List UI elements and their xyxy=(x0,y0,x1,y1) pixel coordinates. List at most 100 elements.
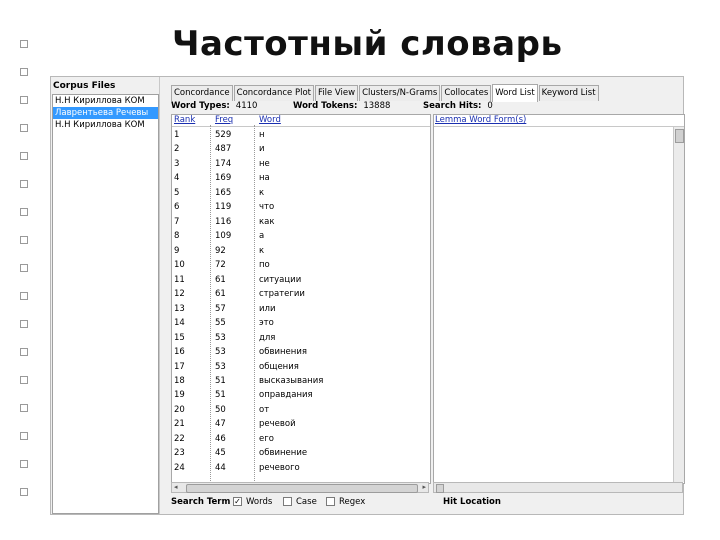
bullet-square xyxy=(20,208,28,216)
table-row[interactable]: 10 72 по xyxy=(172,257,430,271)
word-cell: а xyxy=(259,231,265,242)
search-hits-stat: Search Hits: 0 xyxy=(423,101,493,111)
rank-cell: 23 xyxy=(174,448,185,459)
table-row[interactable]: 6 119 что xyxy=(172,199,430,213)
word-cell: высказывания xyxy=(259,375,324,386)
lemma-column-header[interactable]: Lemma Word Form(s) xyxy=(434,115,684,127)
table-row[interactable]: 1 529 н xyxy=(172,127,430,141)
bullet-square xyxy=(20,348,28,356)
word-cell: по xyxy=(259,260,270,271)
word-cell: к xyxy=(259,187,265,198)
table-row[interactable]: 3 174 не xyxy=(172,156,430,170)
table-row[interactable]: 24 44 речевого xyxy=(172,460,430,474)
rank-cell: 2 xyxy=(174,144,180,155)
freq-column-header[interactable]: Freq xyxy=(215,115,233,125)
word-cell: стратегии xyxy=(259,289,305,300)
word-list-hscrollbar[interactable]: ◂ ▸ xyxy=(171,482,429,493)
word-list-table: Rank Freq Word 1 529 н 2 487 и 3 174 не 4 169 на 5 16… xyxy=(171,114,431,484)
freq-cell: 92 xyxy=(215,245,226,256)
word-tokens-stat: Word Tokens: 13888 xyxy=(293,101,390,111)
table-row[interactable]: 20 50 от xyxy=(172,402,430,416)
tab-concordance-plot[interactable]: Concordance Plot xyxy=(233,85,314,101)
rank-cell: 22 xyxy=(174,433,185,444)
word-cell: не xyxy=(259,158,270,169)
tool-tabs: Concordance Concordance Plot File View Clus… xyxy=(171,83,600,102)
bullet-square xyxy=(20,236,28,244)
table-row[interactable]: 19 51 оправдания xyxy=(172,387,430,401)
word-cell: или xyxy=(259,303,276,314)
regex-checkbox-label: Regex xyxy=(339,497,366,507)
bullet-square xyxy=(20,488,28,496)
freq-cell: 165 xyxy=(215,187,232,198)
table-row[interactable]: 23 45 обвинение xyxy=(172,445,430,459)
case-checkbox[interactable] xyxy=(283,497,292,506)
word-cell: от xyxy=(259,404,270,415)
corpus-files-label: Corpus Files xyxy=(53,81,116,91)
freq-cell: 169 xyxy=(215,173,232,184)
scrollbar-thumb[interactable] xyxy=(675,129,684,143)
tab-clusters-n-grams[interactable]: Clusters/N-Grams xyxy=(359,85,441,101)
table-row[interactable]: 15 53 для xyxy=(172,330,430,344)
word-types-value: 4110 xyxy=(235,101,258,111)
corpus-files-list[interactable]: Н.Н Кириллова КОМ Лаврентьева Речевы Н.Н К… xyxy=(52,94,159,514)
word-cell: обвинение xyxy=(259,448,308,459)
rank-cell: 13 xyxy=(174,303,185,314)
rank-cell: 7 xyxy=(174,216,180,227)
bullet-decoration xyxy=(8,40,38,520)
tab-keyword-list[interactable]: Keyword List xyxy=(538,85,599,101)
search-hits-label: Search Hits: xyxy=(423,101,482,111)
search-hits-value: 0 xyxy=(487,101,493,111)
table-row[interactable]: 21 47 речевой xyxy=(172,416,430,430)
rank-cell: 20 xyxy=(174,404,185,415)
tab-concordance[interactable]: Concordance xyxy=(171,85,233,101)
table-row[interactable]: 4 169 на xyxy=(172,170,430,184)
regex-checkbox[interactable] xyxy=(326,497,335,506)
scroll-left-icon[interactable]: ◂ xyxy=(174,483,178,491)
scrollbar-thumb[interactable] xyxy=(186,484,418,493)
freq-cell: 47 xyxy=(215,419,226,430)
table-row[interactable]: 2 487 и xyxy=(172,141,430,155)
freq-cell: 61 xyxy=(215,289,226,300)
table-row[interactable]: 14 55 это xyxy=(172,315,430,329)
table-row[interactable]: 7 116 как xyxy=(172,214,430,228)
scroll-right-icon[interactable]: ▸ xyxy=(422,483,426,491)
rank-cell: 1 xyxy=(174,130,180,140)
table-row[interactable]: 9 92 к xyxy=(172,243,430,257)
bullet-square xyxy=(20,460,28,468)
rank-cell: 18 xyxy=(174,375,185,386)
table-row[interactable]: 5 165 к xyxy=(172,185,430,199)
corpus-file-item[interactable]: Н.Н Кириллова КОМ xyxy=(53,119,158,131)
tab-word-list[interactable]: Word List xyxy=(492,84,538,102)
rank-cell: 8 xyxy=(174,231,180,242)
table-row[interactable]: 18 51 высказывания xyxy=(172,373,430,387)
corpus-file-item[interactable]: Н.Н Кириллова КОМ xyxy=(53,95,158,107)
lemma-vscrollbar[interactable] xyxy=(673,127,684,482)
bullet-square xyxy=(20,432,28,440)
lemma-hscrollbar[interactable] xyxy=(433,482,683,493)
table-row[interactable]: 8 109 а xyxy=(172,228,430,242)
corpus-file-item[interactable]: Лаврентьева Речевы xyxy=(53,107,158,119)
word-tokens-label: Word Tokens: xyxy=(293,101,358,111)
table-row[interactable]: 17 53 общения xyxy=(172,359,430,373)
rank-cell: 21 xyxy=(174,419,185,430)
bullet-square xyxy=(20,376,28,384)
corpus-files-pane: Corpus Files Н.Н Кириллова КОМ Лаврентьев… xyxy=(51,77,160,514)
table-row[interactable]: 13 57 или xyxy=(172,301,430,315)
rank-cell: 3 xyxy=(174,158,180,169)
tab-collocates[interactable]: Collocates xyxy=(441,85,492,101)
rank-cell: 6 xyxy=(174,202,180,213)
words-checkbox[interactable]: ✓ xyxy=(233,497,242,506)
word-cell: оправдания xyxy=(259,390,313,401)
rank-column-header[interactable]: Rank xyxy=(174,115,195,125)
table-row[interactable]: 12 61 стратегии xyxy=(172,286,430,300)
word-column-header[interactable]: Word xyxy=(259,115,281,125)
scrollbar-thumb[interactable] xyxy=(436,484,444,493)
tab-file-view[interactable]: File View xyxy=(315,85,359,101)
table-row[interactable]: 11 61 ситуации xyxy=(172,272,430,286)
table-row[interactable]: 22 46 его xyxy=(172,431,430,445)
freq-cell: 119 xyxy=(215,202,232,213)
rank-cell: 19 xyxy=(174,390,185,401)
bullet-square xyxy=(20,292,28,300)
freq-cell: 529 xyxy=(215,130,232,140)
table-row[interactable]: 16 53 обвинения xyxy=(172,344,430,358)
